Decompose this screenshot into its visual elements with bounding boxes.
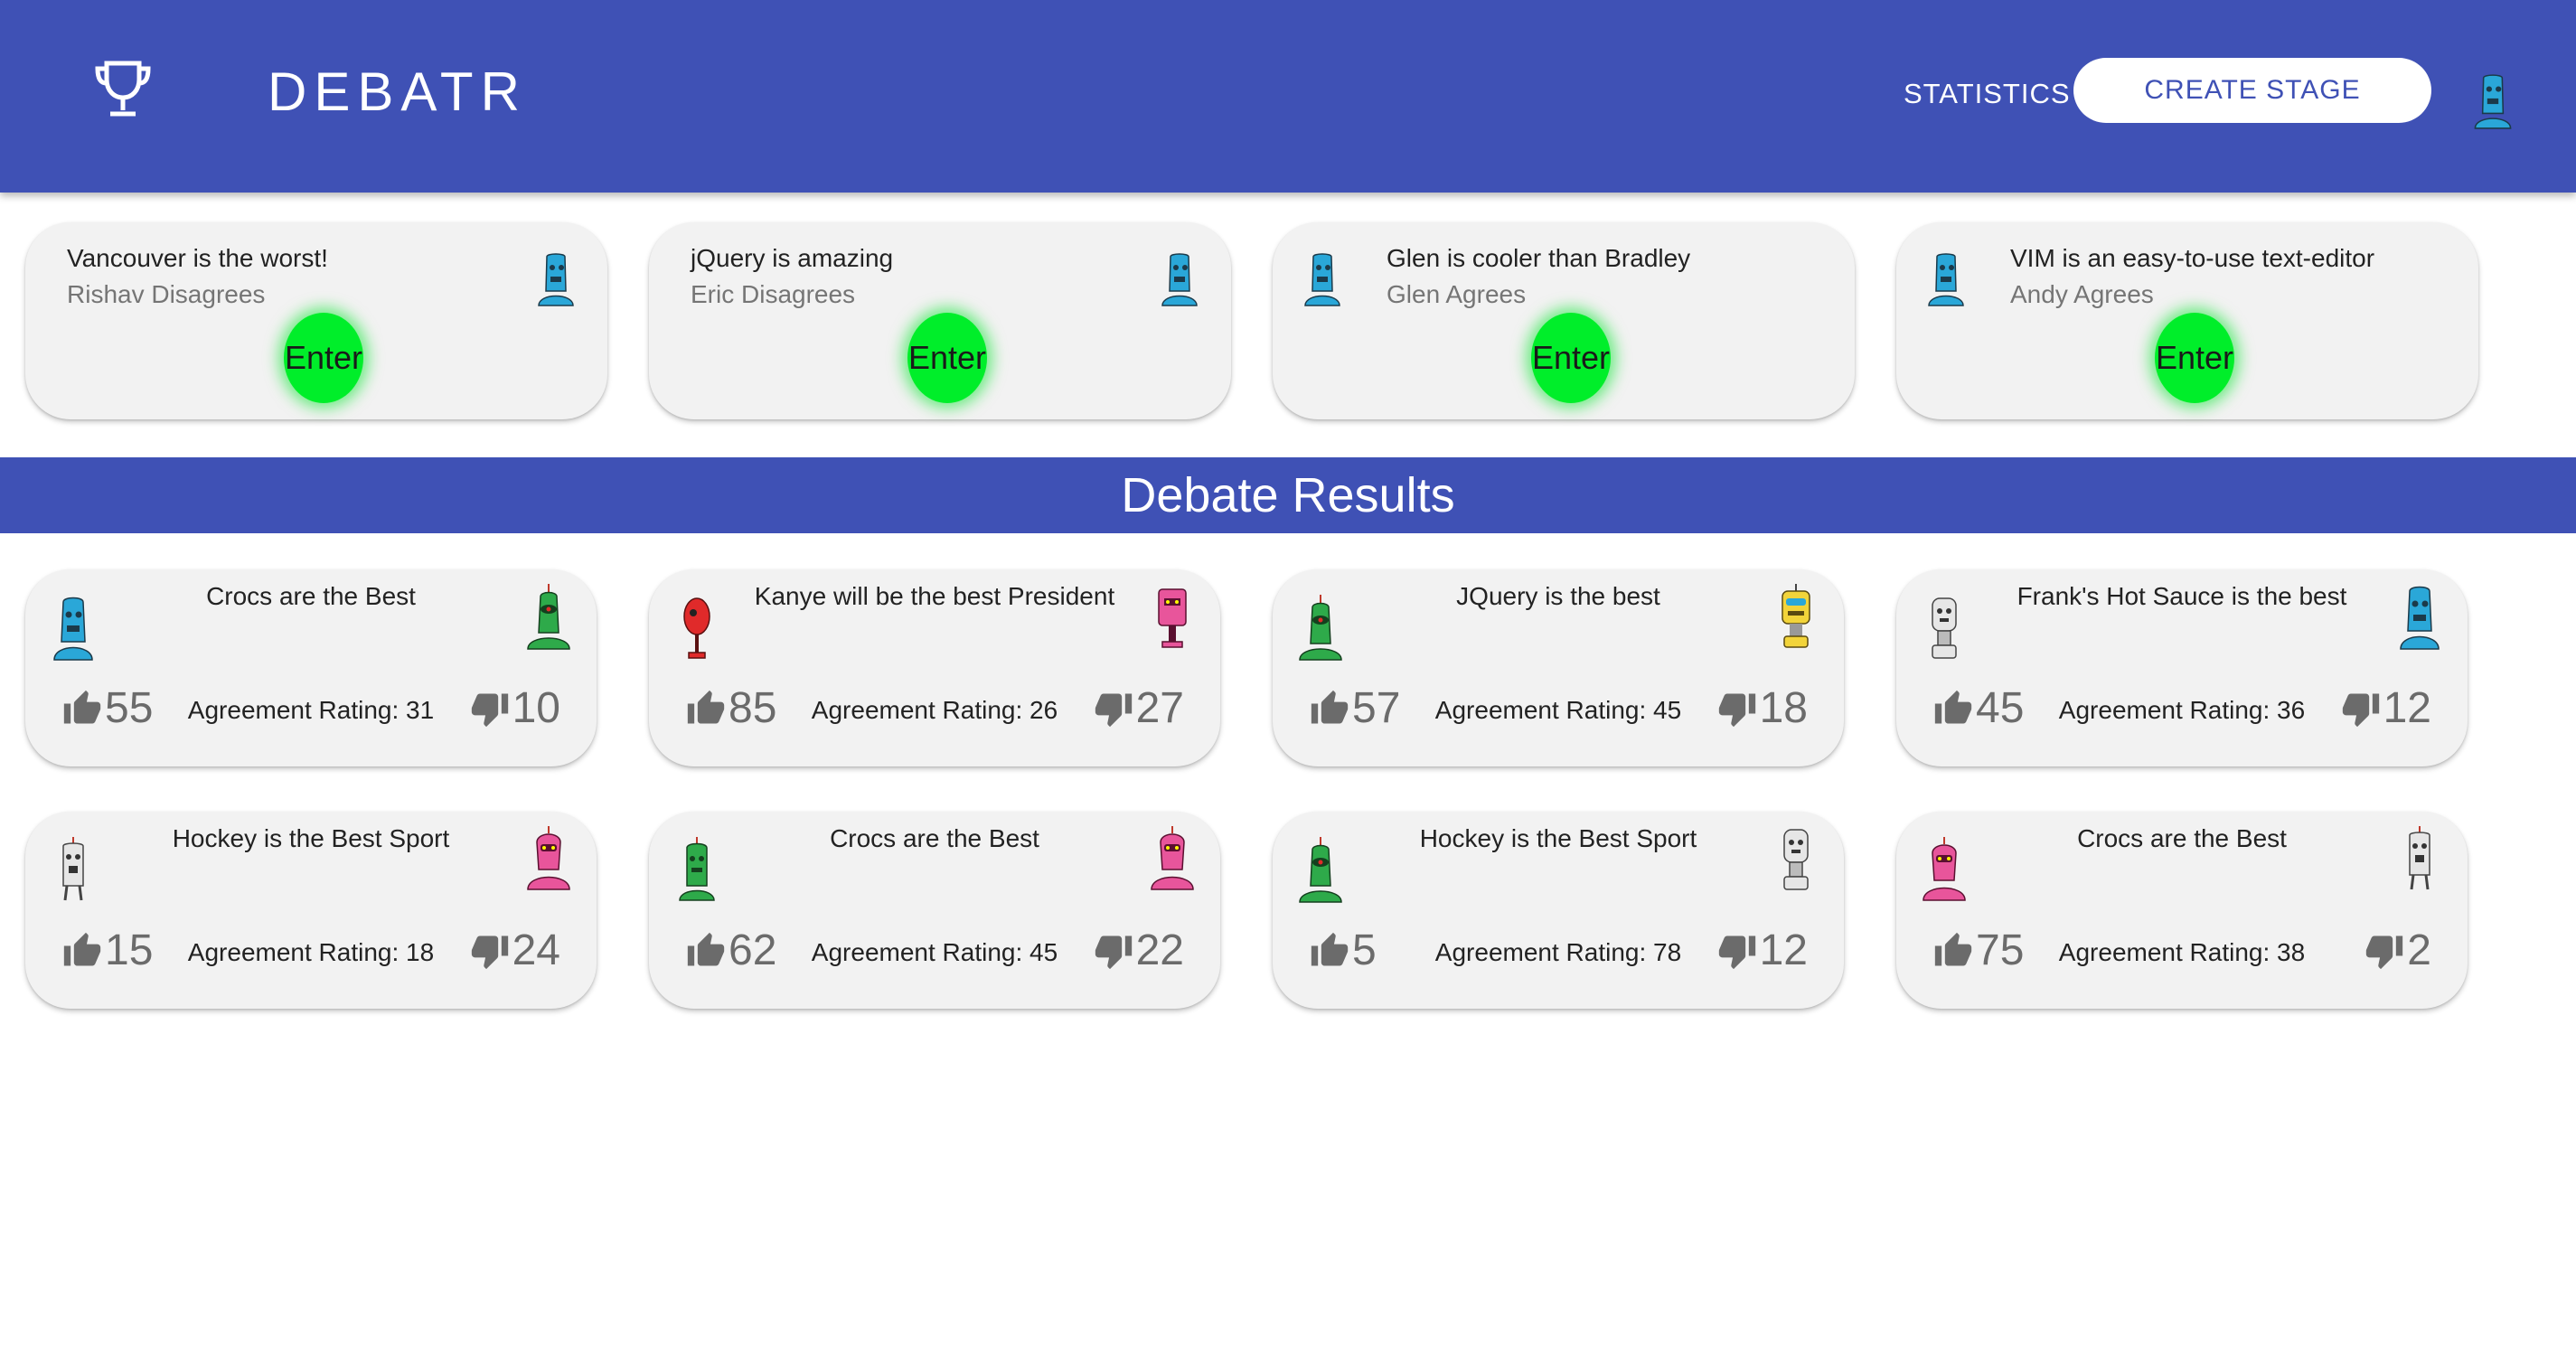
thumbs-down-icon[interactable] xyxy=(1716,931,1758,971)
stage-card[interactable]: Vancouver is the worst! Rishav Disagrees… xyxy=(25,222,607,419)
result-card[interactable]: Kanye will be the best President 85 Agre… xyxy=(649,569,1220,766)
disagree-count[interactable]: 12 xyxy=(1716,927,1808,974)
blue-robot-avatar-icon xyxy=(1304,253,1340,306)
app-title: DEBATR xyxy=(268,61,527,122)
result-card[interactable]: Frank's Hot Sauce is the best 45 Agreeme… xyxy=(1896,569,2468,766)
pink-robot-avatar-icon xyxy=(1923,837,1966,901)
red-robot-avatar-icon xyxy=(683,597,710,659)
result-title: Crocs are the Best xyxy=(206,582,416,610)
enter-button[interactable]: Enter xyxy=(907,313,987,403)
green-robot-avatar-icon xyxy=(1299,837,1342,903)
pink-robot-avatar-icon xyxy=(1158,588,1187,648)
thumbs-down-icon[interactable] xyxy=(469,689,511,728)
stage-card[interactable]: VIM is an easy-to-use text-editor Andy A… xyxy=(1896,222,2478,419)
stage-card[interactable]: jQuery is amazing Eric Disagrees Enter xyxy=(649,222,1231,419)
result-title: JQuery is the best xyxy=(1456,582,1660,610)
blue-robot-avatar-icon xyxy=(2400,586,2440,650)
stage-subtitle: Eric Disagrees xyxy=(691,280,856,308)
result-card[interactable]: Crocs are the Best 62 Agreement Rating: … xyxy=(649,812,1220,1009)
stage-subtitle: Rishav Disagrees xyxy=(67,280,266,308)
debate-results-header: Debate Results xyxy=(0,457,2576,533)
green-robot-avatar-icon xyxy=(527,584,570,650)
result-card[interactable]: Crocs are the Best 55 Agreement Rating: … xyxy=(25,569,597,766)
disagree-count[interactable]: 18 xyxy=(1716,685,1808,732)
stage-subtitle: Andy Agrees xyxy=(2010,280,2154,308)
result-title: Hockey is the Best Sport xyxy=(172,824,450,852)
thumbs-down-icon[interactable] xyxy=(1093,689,1134,728)
result-title: Frank's Hot Sauce is the best xyxy=(2017,582,2347,610)
thumbs-down-icon[interactable] xyxy=(1716,689,1758,728)
stage-title: Glen is cooler than Bradley xyxy=(1387,244,1691,272)
disagree-count[interactable]: 10 xyxy=(469,685,560,732)
statistics-link[interactable]: STATISTICS xyxy=(1904,76,2071,112)
enter-button[interactable]: Enter xyxy=(284,313,363,403)
user-avatar-icon[interactable] xyxy=(2471,72,2515,130)
yellow-robot-avatar-icon xyxy=(1782,584,1810,648)
disagree-count-value: 18 xyxy=(1759,684,1808,732)
app-bar: DEBATR STATISTICS CREATE STAGE xyxy=(0,0,2576,193)
stage-title: jQuery is amazing xyxy=(691,244,894,272)
stage-title: Vancouver is the worst! xyxy=(67,244,328,272)
disagree-count-value: 27 xyxy=(1135,684,1184,732)
result-title: Crocs are the Best xyxy=(830,824,1039,852)
result-card[interactable]: JQuery is the best 57 Agreement Rating: … xyxy=(1273,569,1844,766)
result-title: Kanye will be the best President xyxy=(754,582,1115,610)
disagree-count-value: 12 xyxy=(1759,926,1808,974)
thumbs-down-icon[interactable] xyxy=(2364,931,2405,971)
disagree-count[interactable]: 2 xyxy=(2364,927,2431,974)
thumbs-down-icon[interactable] xyxy=(2340,689,2382,728)
disagree-count[interactable]: 24 xyxy=(469,927,560,974)
disagree-count-value: 12 xyxy=(2383,684,2431,732)
disagree-count[interactable]: 27 xyxy=(1093,685,1184,732)
section-title: Debate Results xyxy=(1121,468,1455,522)
white-robot-avatar-icon xyxy=(1783,829,1809,890)
pink-robot-avatar-icon xyxy=(1151,826,1194,890)
blue-robot-avatar-icon xyxy=(538,253,574,306)
enter-button[interactable]: Enter xyxy=(2155,313,2234,403)
thumbs-down-icon[interactable] xyxy=(469,931,511,971)
result-title: Crocs are the Best xyxy=(2077,824,2287,852)
pink-robot-avatar-icon xyxy=(527,826,570,890)
disagree-count-value: 24 xyxy=(512,926,560,974)
disagree-count-value: 10 xyxy=(512,684,560,732)
disagree-count-value: 2 xyxy=(2407,926,2431,974)
blue-robot-avatar-icon xyxy=(1928,253,1964,306)
blue-robot-avatar-icon xyxy=(1161,253,1198,306)
create-stage-button[interactable]: CREATE STAGE xyxy=(2073,58,2431,123)
stage-subtitle: Glen Agrees xyxy=(1387,280,1527,308)
disagree-count[interactable]: 22 xyxy=(1093,927,1184,974)
blue-robot-avatar-icon xyxy=(53,597,93,661)
stage-card[interactable]: Glen is cooler than Bradley Glen Agrees … xyxy=(1273,222,1855,419)
enter-button[interactable]: Enter xyxy=(1531,313,1611,403)
stage-title: VIM is an easy-to-use text-editor xyxy=(2010,244,2375,272)
result-card[interactable]: Crocs are the Best 75 Agreement Rating: … xyxy=(1896,812,2468,1009)
result-card[interactable]: Hockey is the Best Sport 15 Agreement Ra… xyxy=(25,812,597,1009)
result-title: Hockey is the Best Sport xyxy=(1419,824,1697,852)
disagree-count[interactable]: 12 xyxy=(2340,685,2431,732)
white-robot-avatar-icon xyxy=(2409,826,2430,890)
green-robot-avatar-icon xyxy=(1299,595,1342,661)
result-card[interactable]: Hockey is the Best Sport 5 Agreement Rat… xyxy=(1273,812,1844,1009)
thumbs-down-icon[interactable] xyxy=(1093,931,1134,971)
white-robot-avatar-icon xyxy=(62,837,84,901)
white-robot-avatar-icon xyxy=(1932,597,1957,659)
trophy-icon[interactable] xyxy=(92,60,154,119)
disagree-count-value: 22 xyxy=(1135,926,1184,974)
green-robot-avatar-icon xyxy=(679,837,715,901)
